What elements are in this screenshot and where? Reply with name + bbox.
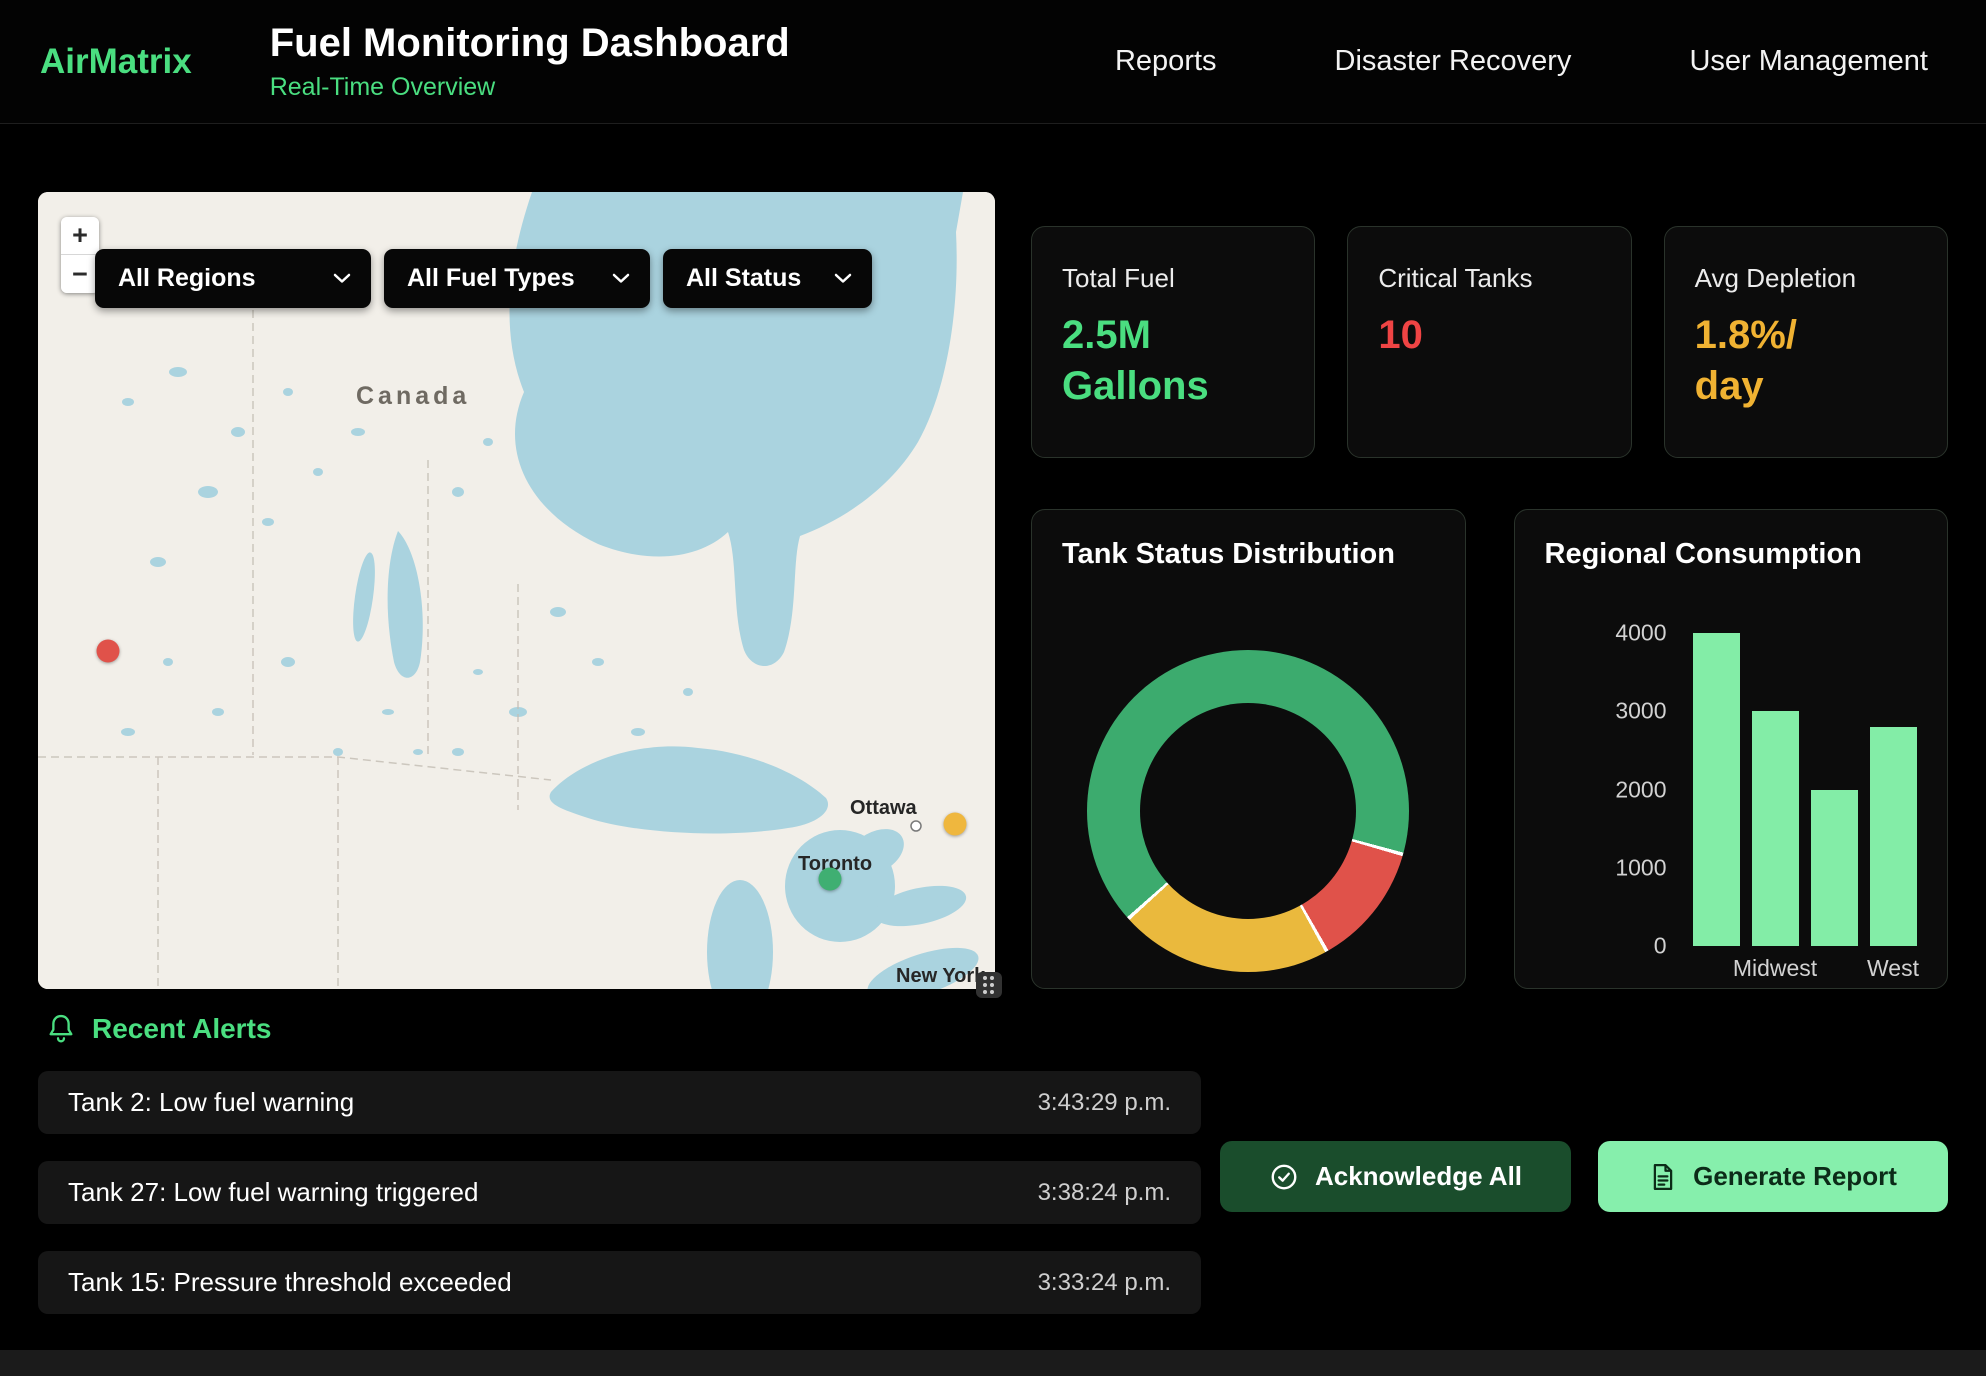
x-tick: West	[1870, 955, 1917, 982]
alert-actions: Acknowledge All Generate Report	[1220, 1141, 1948, 1212]
stat-label: Critical Tanks	[1378, 263, 1600, 294]
page-title: Fuel Monitoring Dashboard	[270, 21, 790, 66]
stat-value: 2.5M Gallons	[1062, 310, 1284, 412]
stat-value: 10	[1378, 310, 1600, 361]
stat-label: Avg Depletion	[1695, 263, 1917, 294]
donut-chart-title: Tank Status Distribution	[1062, 538, 1435, 571]
x-tick: Midwest	[1752, 955, 1799, 982]
alert-message: Tank 27: Low fuel warning triggered	[68, 1177, 478, 1208]
map-basemap: Canada Ottawa Toronto New York	[38, 192, 995, 989]
bell-icon	[46, 1013, 76, 1045]
alert-time: 3:43:29 p.m.	[1038, 1089, 1171, 1117]
generate-report-button[interactable]: Generate Report	[1598, 1141, 1948, 1212]
chevron-down-icon	[333, 273, 351, 284]
map-zoom-control: + −	[61, 217, 99, 293]
y-tick: 1000	[1615, 854, 1666, 881]
right-column: Total Fuel 2.5M Gallons Critical Tanks 1…	[1031, 192, 1948, 989]
bar	[1752, 711, 1799, 946]
stat-value-line: 1.8%/	[1695, 310, 1917, 361]
stat-value-line: Gallons	[1062, 361, 1284, 412]
alert-row: Tank 27: Low fuel warning triggered 3:38…	[38, 1161, 1201, 1224]
status-filter-label: All Status	[686, 264, 801, 293]
main-content: Canada Ottawa Toronto New York + − All R…	[0, 124, 1986, 1376]
check-circle-icon	[1269, 1162, 1299, 1192]
x-tick	[1811, 955, 1858, 982]
y-tick: 3000	[1615, 698, 1666, 725]
acknowledge-all-label: Acknowledge All	[1315, 1161, 1522, 1192]
acknowledge-all-button[interactable]: Acknowledge All	[1220, 1141, 1571, 1212]
zoom-out-button[interactable]: −	[61, 255, 99, 293]
bottom-bar	[0, 1350, 1986, 1376]
alert-row: Tank 15: Pressure threshold exceeded 3:3…	[38, 1251, 1201, 1314]
brand-logo: AirMatrix	[40, 42, 192, 82]
alert-time: 3:33:24 p.m.	[1038, 1269, 1171, 1297]
bar-chart-x-axis: Midwest West	[1693, 955, 1917, 982]
stat-card-critical-tanks: Critical Tanks 10	[1347, 226, 1631, 458]
charts-row: Tank Status Distribution Regional Consum…	[1031, 509, 1948, 989]
nav-reports[interactable]: Reports	[1115, 45, 1217, 78]
chevron-down-icon	[612, 273, 630, 284]
bar	[1870, 727, 1917, 946]
alerts-heading: Recent Alerts	[92, 1013, 271, 1045]
nav-user-management[interactable]: User Management	[1689, 45, 1928, 78]
stat-value-line: 2.5M	[1062, 310, 1284, 361]
stats-row: Total Fuel 2.5M Gallons Critical Tanks 1…	[1031, 226, 1948, 458]
bar-chart-y-axis: 4000 3000 2000 1000 0	[1595, 633, 1667, 946]
y-tick: 2000	[1615, 776, 1666, 803]
title-block: Fuel Monitoring Dashboard Real-Time Over…	[270, 21, 790, 102]
map-label-ottawa: Ottawa	[850, 797, 918, 819]
bar	[1811, 790, 1858, 947]
stat-card-avg-depletion: Avg Depletion 1.8%/ day	[1664, 226, 1948, 458]
chevron-down-icon	[834, 273, 852, 284]
bar-chart: 4000 3000 2000 1000 0	[1595, 633, 1917, 946]
map-filter-bar: All Regions All Fuel Types All Status	[95, 249, 872, 308]
map-marker-warning[interactable]	[943, 813, 966, 836]
donut-chart	[1087, 650, 1409, 972]
main-nav: Reports Disaster Recovery User Managemen…	[1115, 45, 1946, 78]
resize-grip-icon[interactable]	[976, 972, 1002, 998]
app-header: AirMatrix Fuel Monitoring Dashboard Real…	[0, 0, 1986, 124]
stat-value-line: 10	[1378, 310, 1600, 361]
bar-chart-title: Regional Consumption	[1545, 538, 1918, 571]
bar-chart-plot	[1693, 633, 1917, 946]
fuel-types-filter-dropdown[interactable]: All Fuel Types	[384, 249, 650, 308]
alert-list: Tank 2: Low fuel warning 3:43:29 p.m. Ta…	[38, 1071, 1201, 1314]
map-marker-critical[interactable]	[96, 640, 119, 663]
stat-value-line: day	[1695, 361, 1917, 412]
tank-status-card: Tank Status Distribution	[1031, 509, 1466, 989]
page-subtitle: Real-Time Overview	[270, 73, 790, 102]
fuel-types-filter-label: All Fuel Types	[407, 264, 575, 293]
map-label-new-york: New York	[896, 965, 986, 987]
map-panel: Canada Ottawa Toronto New York + − All R…	[38, 192, 995, 989]
map-marker-normal[interactable]	[819, 868, 842, 891]
regions-filter-label: All Regions	[118, 264, 256, 293]
status-filter-dropdown[interactable]: All Status	[663, 249, 872, 308]
stat-label: Total Fuel	[1062, 263, 1284, 294]
page: AirMatrix Fuel Monitoring Dashboard Real…	[0, 0, 1986, 1376]
y-tick: 4000	[1615, 620, 1666, 647]
alert-row: Tank 2: Low fuel warning 3:43:29 p.m.	[38, 1071, 1201, 1134]
recent-alerts-section: Recent Alerts Tank 2: Low fuel warning 3…	[38, 1013, 1948, 1314]
alert-message: Tank 2: Low fuel warning	[68, 1087, 354, 1118]
map-label-country: Canada	[356, 382, 470, 410]
stat-card-total-fuel: Total Fuel 2.5M Gallons	[1031, 226, 1315, 458]
alerts-heading-row: Recent Alerts	[38, 1013, 1948, 1045]
city-dot-ottawa	[911, 821, 921, 831]
zoom-in-button[interactable]: +	[61, 217, 99, 255]
document-icon	[1649, 1162, 1677, 1192]
alert-message: Tank 15: Pressure threshold exceeded	[68, 1267, 512, 1298]
nav-disaster-recovery[interactable]: Disaster Recovery	[1335, 45, 1572, 78]
map-canvas[interactable]: Canada Ottawa Toronto New York	[38, 192, 995, 989]
y-tick: 0	[1654, 933, 1667, 960]
bar	[1693, 633, 1740, 946]
generate-report-label: Generate Report	[1693, 1161, 1897, 1192]
stat-value: 1.8%/ day	[1695, 310, 1917, 412]
alert-time: 3:38:24 p.m.	[1038, 1179, 1171, 1207]
donut-hole	[1140, 703, 1356, 919]
regional-consumption-card: Regional Consumption 4000 3000 2000 1000…	[1514, 509, 1949, 989]
regions-filter-dropdown[interactable]: All Regions	[95, 249, 371, 308]
